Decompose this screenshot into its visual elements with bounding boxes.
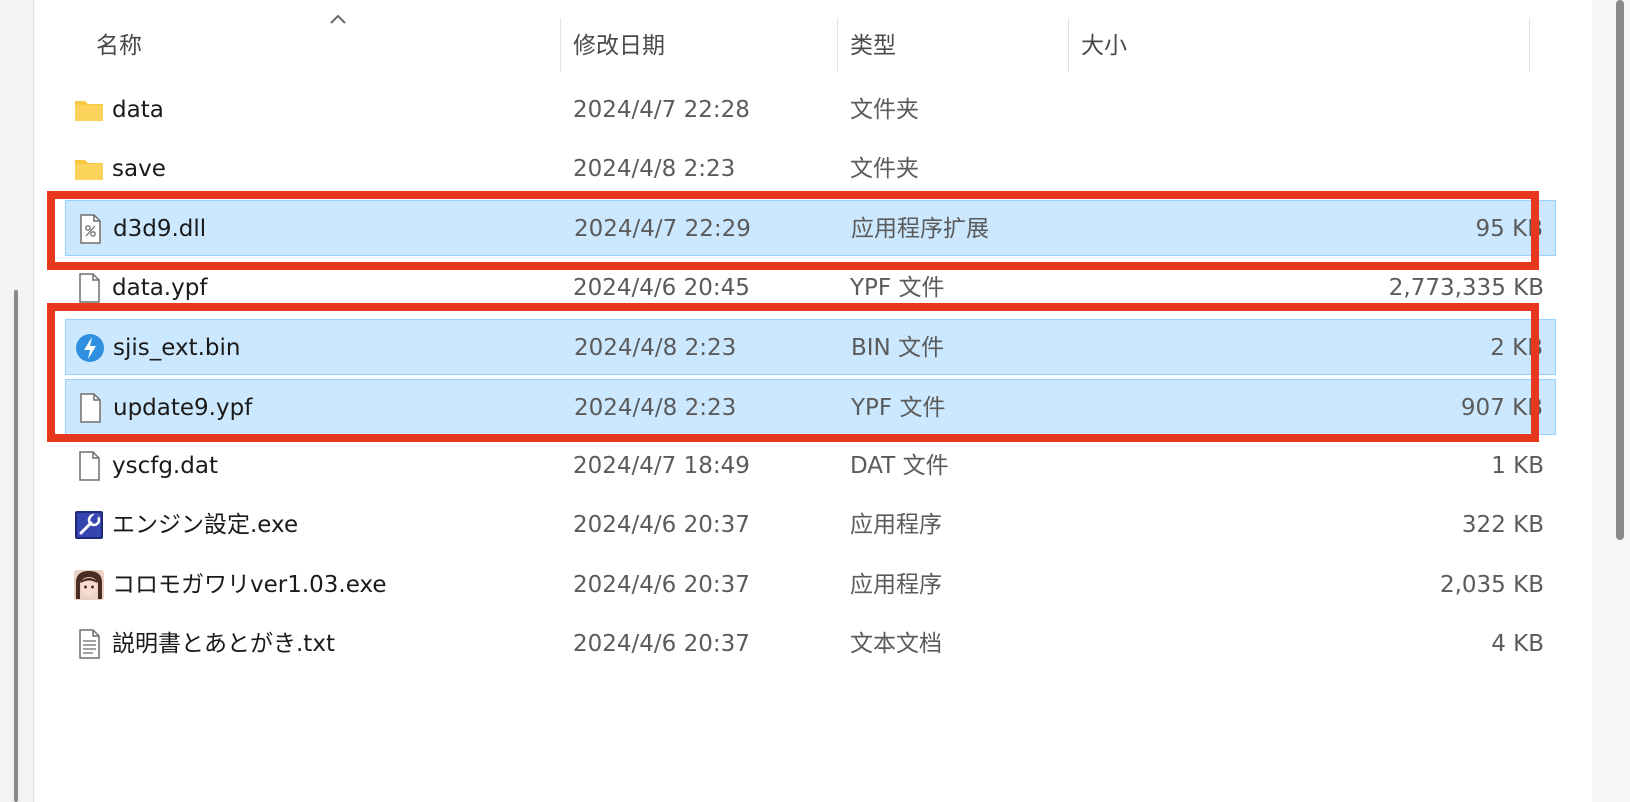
file-name: data: [112, 97, 164, 123]
file-name: コロモガワリver1.03.exe: [112, 572, 387, 598]
file-row-data[interactable]: data 2024/4/7 22:28 文件夹: [65, 82, 1556, 138]
file-date: 2024/4/7 18:49: [573, 453, 750, 479]
folder-icon: [75, 160, 103, 180]
file-name: 説明書とあとがき.txt: [112, 631, 335, 657]
file-date: 2024/4/7 22:28: [573, 97, 750, 123]
wrench-app-icon: [75, 511, 103, 539]
file-row-save[interactable]: save 2024/4/8 2:23 文件夹: [65, 141, 1556, 197]
column-divider[interactable]: [1529, 18, 1530, 72]
file-row-engine-settings-exe[interactable]: エンジン設定.exe 2024/4/6 20:37 应用程序 322 KB: [65, 497, 1556, 553]
character-app-icon: [74, 570, 104, 600]
highlight-frame: [47, 191, 1539, 270]
file-type: 文件夹: [850, 97, 919, 123]
file-date: 2024/4/6 20:37: [573, 572, 750, 598]
file-type: 文本文档: [850, 631, 942, 657]
blank-file-icon: [79, 273, 100, 303]
navigation-pane: [0, 0, 34, 802]
blank-file-icon: [79, 451, 100, 481]
file-date: 2024/4/6 20:37: [573, 512, 750, 538]
column-header-bar: 名称 修改日期 类型 大小: [34, 0, 1590, 76]
column-divider[interactable]: [837, 18, 838, 72]
column-divider[interactable]: [1068, 18, 1069, 72]
file-type: 应用程序: [850, 512, 942, 538]
file-row-manual-txt[interactable]: 説明書とあとがき.txt 2024/4/6 20:37 文本文档 4 KB: [65, 616, 1556, 672]
file-row-koromogawari-exe[interactable]: コロモガワリver1.03.exe 2024/4/6 20:37 应用程序 2,…: [65, 557, 1556, 613]
file-type: 文件夹: [850, 156, 919, 182]
column-header-size[interactable]: 大小: [1081, 26, 1127, 66]
column-header-name[interactable]: 名称: [96, 26, 142, 66]
file-type: 应用程序: [850, 572, 942, 598]
file-name: save: [112, 156, 166, 182]
column-header-date[interactable]: 修改日期: [573, 26, 665, 66]
file-name: yscfg.dat: [112, 453, 218, 479]
text-file-icon: [79, 629, 100, 659]
file-list-scrollbar[interactable]: [1592, 0, 1630, 802]
file-date: 2024/4/6 20:37: [573, 631, 750, 657]
navigation-pane-scrollbar[interactable]: [14, 290, 18, 802]
highlight-frame: [47, 303, 1539, 442]
folder-icon: [75, 101, 103, 121]
column-header-type[interactable]: 类型: [850, 26, 896, 66]
column-divider[interactable]: [560, 18, 561, 72]
file-date: 2024/4/8 2:23: [573, 156, 736, 182]
file-row-yscfg-dat[interactable]: yscfg.dat 2024/4/7 18:49 DAT 文件 1 KB: [65, 438, 1556, 494]
file-name: エンジン設定.exe: [112, 512, 299, 538]
file-size: 4 KB: [1491, 631, 1544, 657]
file-size: 1 KB: [1491, 453, 1544, 479]
file-size: 322 KB: [1461, 512, 1544, 538]
chevron-up-icon: [330, 14, 346, 24]
file-type: DAT 文件: [850, 453, 949, 479]
scrollbar-thumb[interactable]: [1616, 0, 1624, 540]
file-size: 2,035 KB: [1439, 572, 1544, 598]
